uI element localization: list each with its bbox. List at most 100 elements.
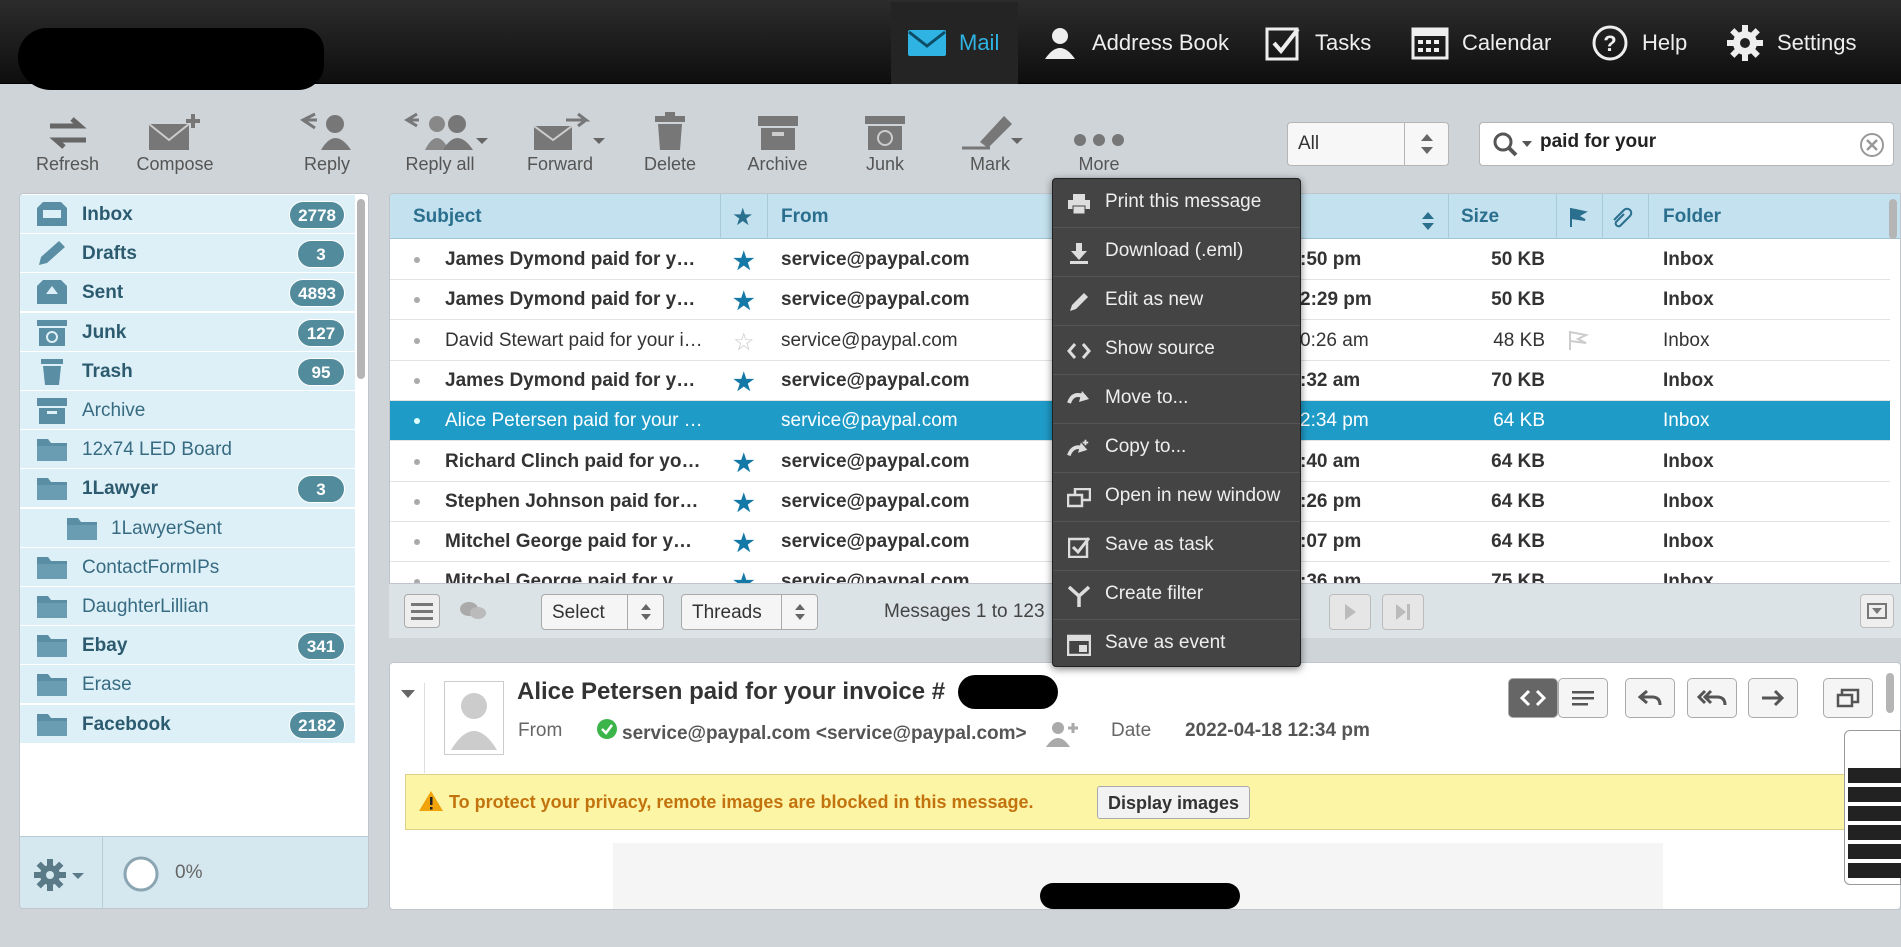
folder-item-junk[interactable]: Junk 127 (20, 312, 355, 352)
menu-item-open-in-new-window[interactable]: Open in new window (1053, 473, 1300, 522)
folder-item-inbox[interactable]: Inbox 2778 (20, 195, 355, 234)
status-dot-icon[interactable] (414, 458, 420, 465)
nav-mail[interactable]: Mail (891, 2, 1018, 84)
junk-button[interactable]: Junk (850, 112, 920, 174)
folder-item-12x74-led-board[interactable]: 12x74 LED Board (20, 430, 355, 470)
clear-search-icon[interactable] (1859, 132, 1885, 164)
folder-scrollbar[interactable] (357, 199, 365, 379)
column-attachment-icon[interactable] (1610, 206, 1634, 234)
column-flag-icon[interactable] (1568, 206, 1588, 234)
nav-help[interactable]: ? Help (1590, 2, 1687, 84)
folder-name: Erase (82, 674, 132, 696)
folder-item-sent[interactable]: Sent 4893 (20, 273, 355, 313)
column-from[interactable]: From (781, 206, 829, 228)
nav-settings[interactable]: Settings (1725, 2, 1857, 84)
plain-text-view-button[interactable] (1558, 678, 1608, 718)
status-dot-icon[interactable] (414, 498, 420, 505)
menu-item-print-this-message[interactable]: Print this message (1053, 179, 1300, 228)
flag-outline-icon[interactable] (1566, 329, 1590, 357)
preview-scrollbar[interactable] (1886, 673, 1894, 713)
flag-star-icon[interactable]: ★ (733, 368, 755, 397)
threads-toggle-icon[interactable] (459, 600, 487, 628)
threads-menu[interactable]: Threads (681, 594, 818, 630)
sort-indicator-icon[interactable] (1421, 210, 1435, 238)
menu-item-download-eml[interactable]: Download (.eml) (1053, 228, 1300, 277)
nav-calendar[interactable]: Calendar (1410, 2, 1551, 84)
folder-item-drafts[interactable]: Drafts 3 (20, 234, 355, 274)
flag-star-icon[interactable]: ★ (733, 529, 755, 558)
reply-button[interactable]: Reply (292, 112, 362, 174)
flag-star-icon[interactable]: ★ (733, 247, 755, 276)
menu-item-move-to[interactable]: Move to... (1053, 375, 1300, 424)
column-flag-star-icon[interactable]: ★ (732, 203, 754, 232)
virtual-keyboard[interactable] (1844, 730, 1901, 885)
collapse-header-icon[interactable] (400, 683, 416, 705)
select-menu[interactable]: Select (541, 594, 664, 630)
flag-star-icon[interactable]: ★ (733, 449, 755, 478)
column-size[interactable]: Size (1461, 206, 1499, 228)
flag-star-icon[interactable]: ☆ (733, 328, 755, 357)
status-dot-icon[interactable] (414, 337, 420, 344)
select-spinner-icon (627, 595, 663, 629)
settings-gear-icon[interactable] (32, 855, 88, 901)
menu-item-edit-as-new[interactable]: Edit as new (1053, 277, 1300, 326)
keyboard-keys[interactable] (1848, 768, 1901, 878)
status-dot-icon[interactable] (414, 539, 420, 546)
compose-button[interactable]: Compose (130, 112, 220, 174)
search-box[interactable] (1479, 122, 1894, 166)
column-subject[interactable]: Subject (413, 206, 482, 228)
mark-dropdown-icon[interactable] (1011, 138, 1023, 144)
folder-item-archive[interactable]: Archive (20, 391, 355, 430)
search-input[interactable] (1540, 131, 1840, 153)
status-dot-icon[interactable] (414, 257, 420, 263)
next-page-icon[interactable] (1329, 594, 1371, 630)
reply-all-dropdown-icon[interactable] (476, 138, 488, 144)
archive-button[interactable]: Archive (740, 112, 815, 174)
collapse-preview-icon[interactable] (1860, 594, 1894, 628)
folder-name: DaughterLillian (82, 596, 209, 617)
filter-select[interactable]: All (1287, 122, 1449, 166)
forward-dropdown-icon[interactable] (593, 138, 605, 144)
menu-item-copy-to[interactable]: Copy to... (1053, 424, 1300, 473)
checkbox-icon (1263, 23, 1303, 63)
open-new-window-small-icon[interactable] (1823, 678, 1873, 718)
flag-star-icon[interactable]: ★ (733, 287, 755, 316)
row-date: :32 am (1300, 369, 1361, 391)
forward-button[interactable]: Forward (520, 112, 600, 174)
last-page-icon[interactable] (1382, 594, 1424, 630)
reply-small-icon[interactable] (1625, 678, 1675, 718)
delete-button[interactable]: Delete (635, 112, 705, 174)
list-scrollbar[interactable] (1889, 199, 1897, 239)
folder-item-1lawyer[interactable]: 1Lawyer 3 (20, 469, 355, 509)
status-dot-icon[interactable] (414, 377, 420, 384)
refresh-button[interactable]: Refresh (30, 112, 105, 174)
nav-tasks[interactable]: Tasks (1263, 2, 1371, 84)
add-contact-icon[interactable] (1044, 719, 1078, 753)
more-button[interactable]: More (1064, 112, 1134, 174)
list-options-icon[interactable] (404, 594, 440, 628)
folder-item-1lawyersent[interactable]: 1LawyerSent (20, 508, 355, 548)
folder-item-facebook[interactable]: Facebook 2182 (20, 704, 355, 744)
folder-item-erase[interactable]: Erase (20, 665, 355, 705)
status-dot-icon[interactable] (414, 297, 420, 304)
nav-address-book[interactable]: Address Book (1040, 2, 1229, 84)
folder-item-trash[interactable]: Trash 95 (20, 351, 355, 391)
menu-item-create-filter[interactable]: Create filter (1053, 571, 1300, 620)
display-images-button[interactable]: Display images (1097, 786, 1251, 819)
menu-item-save-as-event[interactable]: Save as event (1053, 620, 1300, 669)
flag-star-icon[interactable]: ★ (733, 489, 755, 518)
menu-item-label: Save as event (1105, 632, 1226, 653)
folder-item-contactformips[interactable]: ContactFormIPs (20, 547, 355, 587)
column-folder[interactable]: Folder (1663, 206, 1721, 228)
menu-item-label: Edit as new (1105, 289, 1204, 310)
search-icon[interactable] (1492, 131, 1536, 165)
reply-all-small-icon[interactable] (1687, 678, 1737, 718)
html-view-button[interactable] (1508, 678, 1558, 718)
folder-item-ebay[interactable]: Ebay 341 (20, 626, 355, 666)
status-dot-icon[interactable] (414, 418, 420, 425)
from-address[interactable]: service@paypal.com <service@paypal.com> (622, 723, 1027, 745)
forward-small-icon[interactable] (1748, 678, 1798, 718)
menu-item-save-as-task[interactable]: Save as task (1053, 522, 1300, 571)
folder-item-daughterlillian[interactable]: DaughterLillian (20, 587, 355, 626)
menu-item-show-source[interactable]: Show source (1053, 326, 1300, 375)
